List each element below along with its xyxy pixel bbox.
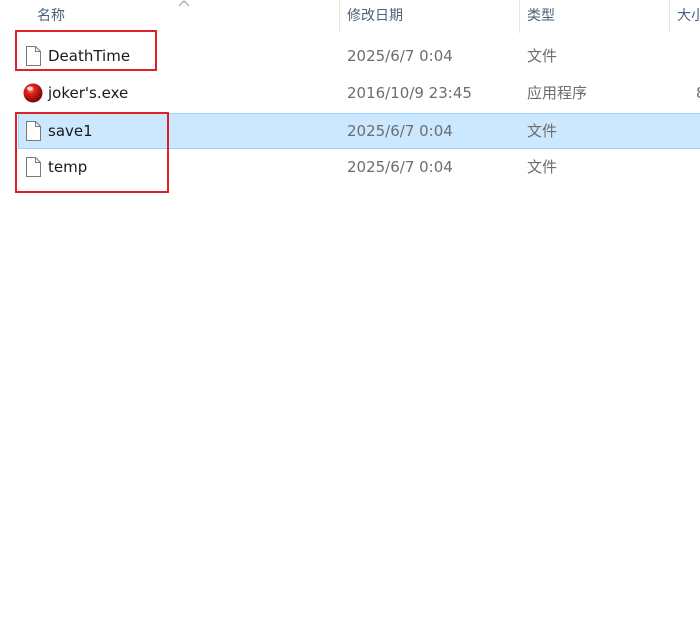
- file-modified-date: 2016/10/9 23:45: [347, 84, 472, 102]
- file-modified-date: 2025/6/7 0:04: [347, 122, 453, 140]
- column-divider[interactable]: [669, 0, 670, 33]
- file-size: 8: [696, 75, 700, 111]
- column-header-size[interactable]: 大小: [677, 0, 700, 33]
- blank-file-icon: [26, 46, 41, 66]
- column-header-type[interactable]: 类型: [527, 0, 667, 33]
- column-divider[interactable]: [339, 0, 340, 33]
- file-modified-date: 2025/6/7 0:04: [347, 158, 453, 176]
- blank-file-icon: [26, 121, 41, 141]
- file-name: temp: [48, 158, 88, 176]
- file-row[interactable]: joker's.exe 2016/10/9 23:45 应用程序 8: [18, 75, 700, 111]
- column-header-name[interactable]: 名称: [37, 0, 337, 33]
- file-explorer: 名称 修改日期 类型 大小 DeathTime 2025/6/7 0:04 文件: [0, 0, 700, 627]
- file-type: 应用程序: [527, 84, 588, 102]
- column-divider[interactable]: [519, 0, 520, 33]
- column-header-date[interactable]: 修改日期: [347, 0, 517, 33]
- file-row[interactable]: DeathTime 2025/6/7 0:04 文件: [18, 38, 700, 74]
- file-type: 文件: [527, 122, 558, 140]
- file-name: joker's.exe: [48, 84, 129, 102]
- file-type: 文件: [527, 158, 558, 176]
- file-type: 文件: [527, 47, 558, 65]
- file-name: save1: [48, 122, 93, 140]
- file-row-selected[interactable]: save1 2025/6/7 0:04 文件: [18, 113, 700, 149]
- file-row[interactable]: temp 2025/6/7 0:04 文件: [18, 149, 700, 185]
- blank-file-icon: [26, 157, 41, 177]
- file-name: DeathTime: [48, 47, 131, 65]
- red-ball-exe-icon: [23, 83, 43, 103]
- file-modified-date: 2025/6/7 0:04: [347, 47, 453, 65]
- column-header: 名称 修改日期 类型 大小: [0, 0, 700, 33]
